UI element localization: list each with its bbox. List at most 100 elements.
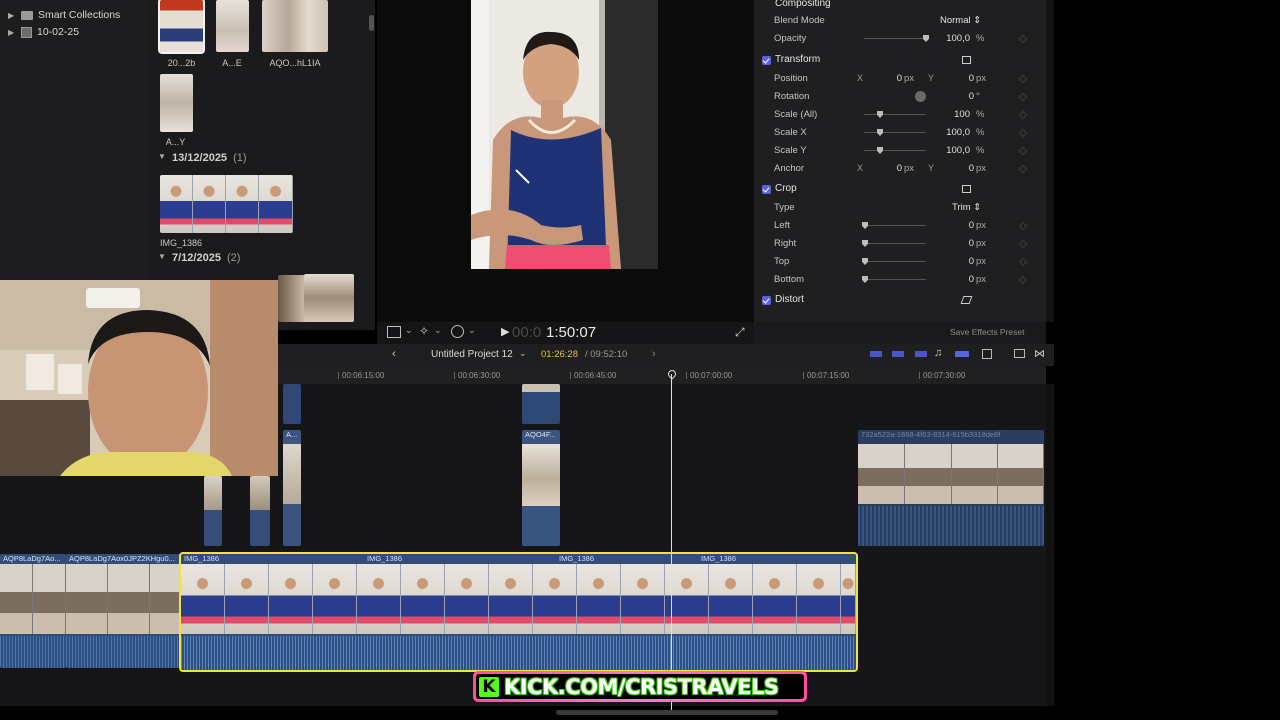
keyframe-button[interactable] (1018, 74, 1028, 84)
keyframe-button[interactable] (1018, 110, 1028, 120)
playhead[interactable] (671, 374, 672, 710)
chevron-down-icon[interactable]: ⌄ (405, 325, 413, 336)
distort-onscreen-icon[interactable] (960, 296, 973, 304)
distort-checkbox[interactable] (762, 296, 771, 305)
clip-label: IMG_1386 (160, 238, 203, 248)
blend-mode-popup[interactable]: Normal ⇕ (940, 15, 981, 26)
close-icon[interactable]: ⋈ (1034, 347, 1045, 360)
transform-onscreen-icon[interactable] (962, 56, 971, 64)
scale-y-slider[interactable] (864, 150, 926, 151)
crop-left-row: Left 0 px (754, 217, 1046, 235)
clip-label: 20...2b (167, 58, 196, 68)
selected-clip-range[interactable]: IMG_1386 IMG_1386 IMG_1386 IMG_1386 (179, 552, 858, 672)
enhance-wand-icon[interactable]: ✧ (419, 324, 429, 338)
connected-clip[interactable]: AQO4F... (522, 430, 560, 546)
keyframe-button[interactable] (1018, 34, 1028, 44)
slider-knob[interactable] (877, 111, 883, 118)
date-group-header[interactable]: ▼ 13/12/2025 (1) (158, 152, 247, 164)
back-arrow-icon[interactable]: ‹ (392, 348, 396, 360)
keyframe-button[interactable] (1018, 239, 1028, 249)
crop-top-slider[interactable] (864, 261, 926, 262)
opacity-slider-knob[interactable] (923, 35, 929, 42)
play-icon[interactable]: ▶ (501, 325, 509, 338)
position-row: Position X 0 px Y 0 px (754, 70, 1046, 88)
clip-thumbnail[interactable] (216, 0, 249, 52)
solo-icon[interactable] (955, 351, 969, 357)
save-effects-preset-button[interactable]: Save Effects Preset (950, 327, 1025, 337)
slider-knob[interactable] (877, 129, 883, 136)
keyframe-button[interactable] (1018, 275, 1028, 285)
crop-left-slider[interactable] (864, 225, 926, 226)
keyframe-button[interactable] (1018, 257, 1028, 267)
blend-mode-row: Blend Mode Normal ⇕ (774, 15, 982, 26)
slider-knob[interactable] (862, 276, 868, 283)
inspector-scrollbar[interactable] (1046, 0, 1054, 322)
crop-right-slider[interactable] (864, 243, 926, 244)
snapping-icon[interactable] (892, 351, 904, 357)
disclosure-triangle-icon[interactable]: ▶ (8, 11, 16, 20)
scale-x-slider[interactable] (864, 132, 926, 133)
disclosure-triangle-icon[interactable]: ▶ (8, 28, 16, 37)
connected-clip[interactable] (522, 384, 560, 424)
keyframe-button[interactable] (1018, 146, 1028, 156)
project-duration: / 09:52:10 (585, 349, 628, 360)
headphones-icon[interactable]: ♫ (934, 347, 942, 359)
ruler-tick: 00:06:15:00 (337, 371, 385, 380)
keyframe-button[interactable] (1018, 221, 1028, 231)
crop-checkbox[interactable] (762, 185, 771, 194)
library-item-smart-collections[interactable]: ▶ Smart Collections (8, 7, 120, 23)
clip-label: A...E (222, 58, 242, 68)
connected-clip[interactable] (204, 476, 222, 546)
inspector-footer: Save Effects Preset (754, 322, 1046, 344)
connected-clip[interactable] (250, 476, 270, 546)
transform-checkbox[interactable] (762, 56, 771, 65)
speed-gauge-icon[interactable] (451, 325, 464, 338)
timeline-ruler[interactable]: 00:06:15:00 00:06:30:00 00:06:45:00 00:0… (278, 366, 1046, 384)
clip-view-icon[interactable] (982, 349, 992, 359)
scale-all-slider[interactable] (864, 114, 926, 115)
slider-knob[interactable] (877, 147, 883, 154)
disclosure-triangle-icon[interactable]: ▼ (158, 252, 166, 264)
crop-onscreen-icon[interactable] (962, 185, 971, 193)
playhead-handle[interactable] (666, 368, 678, 380)
keyframe-button[interactable] (1018, 128, 1028, 138)
timeline-scrollbar[interactable] (1046, 384, 1054, 706)
chevron-down-icon[interactable]: ⌄ (434, 325, 442, 336)
connected-clip-long[interactable]: 732a522a-1868-4f63-8314-615b3318de8f (858, 430, 1044, 546)
disclosure-triangle-icon[interactable]: ▼ (158, 152, 166, 164)
keyframe-button[interactable] (1018, 164, 1028, 174)
crop-bottom-slider[interactable] (864, 279, 926, 280)
rotation-dial-icon[interactable] (915, 91, 926, 102)
clip-thumbnail[interactable] (160, 74, 193, 132)
clip-appearance-icon[interactable] (870, 351, 882, 357)
project-name[interactable]: Untitled Project 12 (431, 349, 513, 360)
library-item-event[interactable]: ▶ 10-02-25 (8, 24, 79, 40)
facecam-overlay (0, 280, 278, 476)
connected-clip[interactable] (283, 384, 301, 424)
clip-thumbnail[interactable] (304, 274, 354, 322)
slider-knob[interactable] (862, 240, 868, 247)
primary-clip[interactable]: AQP8LaDg7Aox0JPZ2KHgu0... (66, 554, 180, 668)
skimming-icon[interactable] (915, 351, 927, 357)
browser-scrollbar[interactable] (369, 15, 374, 31)
date-group-header[interactable]: ▼ 7/12/2025 (2) (158, 252, 240, 264)
forward-arrow-icon[interactable]: › (652, 348, 656, 360)
fullscreen-icon[interactable]: ⤢ (735, 325, 745, 340)
window-layout-icon[interactable] (1014, 349, 1025, 358)
chevron-down-icon[interactable]: ⌄ (468, 325, 476, 336)
connected-clip[interactable]: A... (283, 430, 301, 546)
primary-clip[interactable]: AQP8LaDg7Ao... (0, 554, 66, 668)
horizontal-scrollbar[interactable] (556, 710, 778, 715)
viewer-toolbar: ⌄ ✧ ⌄ ⌄ ▶ 00:0 1:50:07 ⤢ (377, 322, 754, 344)
keyframe-button[interactable] (1018, 92, 1028, 102)
transform-tool-icon[interactable] (387, 326, 401, 338)
crop-type-popup[interactable]: Trim ⇕ (952, 202, 981, 213)
clip-thumbnail[interactable] (158, 0, 205, 54)
filmstrip-thumbnail[interactable] (160, 175, 293, 233)
clip-thumbnail[interactable] (262, 0, 328, 52)
slider-knob[interactable] (862, 222, 868, 229)
slider-knob[interactable] (862, 258, 868, 265)
opacity-slider[interactable] (864, 38, 926, 39)
crop-bottom-row: Bottom 0 px (754, 271, 1046, 289)
chevron-down-icon[interactable]: ⌄ (519, 348, 527, 359)
